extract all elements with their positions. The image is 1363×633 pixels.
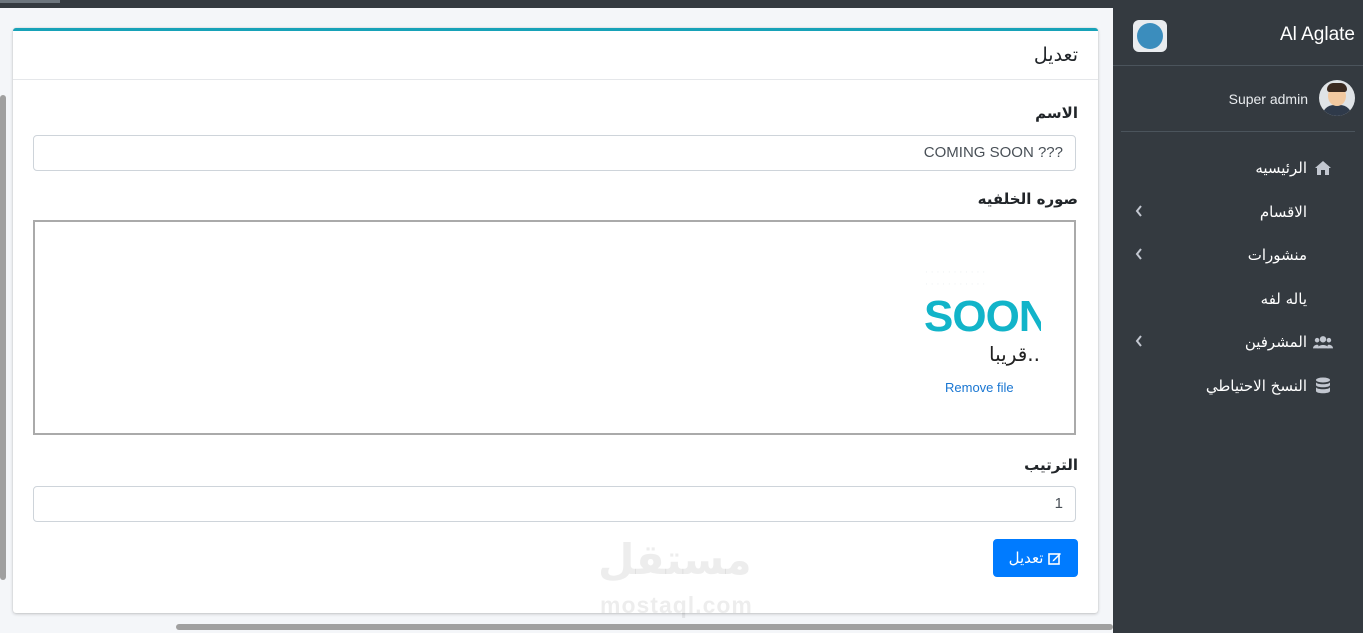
- chevron-left-icon: [1135, 202, 1147, 220]
- order-label: الترتيب: [1024, 456, 1078, 474]
- sidebar-item-label: ياله لفه: [1260, 289, 1307, 308]
- preview-pattern: · · · · · · · · · · ·: [925, 268, 986, 278]
- brand-logo-mark: [1137, 23, 1163, 49]
- preview-soon-text: SOON: [924, 292, 1041, 341]
- edit-card: تعديل الاسم ??? COMING SOON صوره الخلفيه…: [13, 28, 1098, 613]
- sidebar-item-label: المشرفين: [1244, 333, 1307, 351]
- sidebar-item-label: الاقسام: [1259, 202, 1307, 221]
- name-input[interactable]: ??? COMING SOON: [33, 135, 1076, 171]
- preview-pattern: · · · · · · · · · · ·: [925, 280, 986, 290]
- users-icon: [1313, 332, 1333, 352]
- sidebar-item-label: النسخ الاحتياطي: [1205, 376, 1307, 395]
- edit-icon: [1048, 553, 1062, 565]
- home-icon: [1313, 158, 1333, 178]
- brand-logo: [1133, 20, 1167, 52]
- background-image-label: صوره الخلفيه: [977, 190, 1078, 208]
- sidebar: Al Aglate Super admin الرئيسيه الاقسام م…: [1113, 8, 1363, 633]
- avatar-hair: [1327, 83, 1347, 92]
- preview-arabic-text: ...قريبا: [989, 342, 1041, 366]
- brand-name: Al Aglate: [1280, 24, 1355, 45]
- submit-edit-button[interactable]: تعديل: [993, 539, 1078, 577]
- chevron-left-icon: [1135, 332, 1147, 350]
- avatar: [1319, 80, 1355, 116]
- vertical-scrollbar[interactable]: [0, 95, 6, 580]
- watermark-latin: mostaql.com: [600, 592, 753, 618]
- sidebar-item-backup[interactable]: النسخ الاحتياطي: [1113, 364, 1363, 408]
- user-panel[interactable]: Super admin: [1121, 66, 1355, 132]
- horizontal-scrollbar[interactable]: [176, 624, 1113, 630]
- remove-file-link[interactable]: Remove file: [945, 380, 1014, 395]
- sidebar-item-sections[interactable]: الاقسام: [1113, 190, 1363, 234]
- card-title: تعديل: [1033, 44, 1078, 66]
- top-bar: [0, 0, 1363, 8]
- top-tab: [0, 0, 60, 3]
- submit-label: تعديل: [1008, 549, 1044, 567]
- watermark-arabic: مستقل: [598, 535, 752, 584]
- order-input[interactable]: 1: [33, 486, 1076, 522]
- sidebar-item-home[interactable]: الرئيسيه: [1113, 146, 1363, 190]
- sidebar-item-yala-laffa[interactable]: ياله لفه: [1113, 277, 1363, 321]
- user-name: Super admin: [1228, 91, 1308, 107]
- image-preview: · · · · · · · · · · · · · · · · · · · · …: [921, 262, 1041, 382]
- sidebar-nav: الرئيسيه الاقسام منشورات ياله لفه المشرف…: [1113, 146, 1363, 407]
- avatar-suit: [1322, 105, 1352, 116]
- chevron-left-icon: [1135, 245, 1147, 263]
- database-icon: [1313, 376, 1333, 396]
- card-header: تعديل: [13, 31, 1098, 80]
- sidebar-item-posts[interactable]: منشورات: [1113, 233, 1363, 277]
- brand[interactable]: Al Aglate: [1113, 8, 1363, 66]
- image-dropzone[interactable]: · · · · · · · · · · · · · · · · · · · · …: [33, 220, 1076, 435]
- sidebar-item-label: الرئيسيه: [1255, 159, 1307, 177]
- name-label: الاسم: [1035, 104, 1078, 122]
- sidebar-item-admins[interactable]: المشرفين: [1113, 320, 1363, 364]
- sidebar-item-label: منشورات: [1247, 246, 1307, 264]
